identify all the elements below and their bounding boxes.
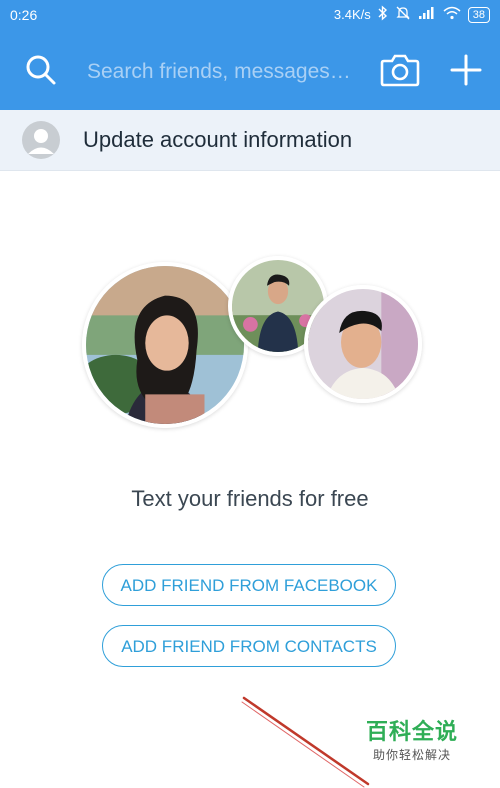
wifi-icon [443, 6, 461, 23]
app-header [0, 30, 500, 110]
status-time: 0:26 [10, 7, 38, 23]
status-indicators: 3.4K/s 38 [334, 5, 490, 24]
avatar-placeholder-icon [22, 121, 60, 159]
tagline-text: Text your friends for free [131, 486, 369, 511]
camera-icon[interactable] [380, 52, 420, 88]
add-friend-facebook-button[interactable]: ADD FRIEND FROM FACEBOOK [102, 564, 396, 606]
search-icon[interactable] [25, 54, 57, 86]
update-account-row[interactable]: Update account information [0, 110, 500, 171]
red-arrow-annotation [241, 696, 370, 788]
bluetooth-icon [378, 5, 388, 24]
watermark-logo: 百科全说 助你轻松解决 [362, 714, 462, 763]
friend-photo-3 [304, 285, 422, 403]
watermark-subtitle: 助你轻松解决 [372, 748, 451, 762]
status-bar: 0:26 3.4K/s 38 [0, 0, 500, 30]
mute-icon [395, 5, 411, 24]
network-speed: 3.4K/s [333, 7, 371, 22]
signal-icon [418, 6, 436, 23]
plus-icon[interactable] [450, 54, 482, 86]
add-friend-contacts-button[interactable]: ADD FRIEND FROM CONTACTS [102, 625, 396, 667]
update-account-label: Update account information [83, 127, 353, 152]
search-input[interactable] [85, 56, 369, 88]
watermark-title: 百科全说 [365, 719, 458, 744]
battery-indicator: 38 [467, 6, 490, 23]
friend-photo-1 [82, 262, 248, 428]
